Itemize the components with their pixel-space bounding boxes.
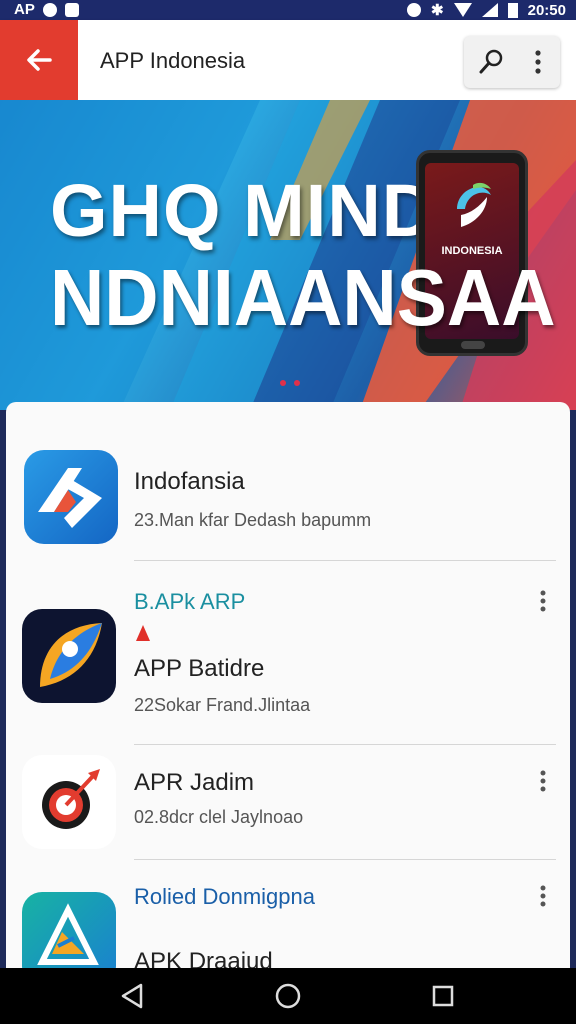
carrier-label: AP (14, 1, 35, 18)
overflow-menu-button[interactable] (522, 42, 554, 82)
list-item[interactable]: B.APk ARP APP Batidre 22Sokar Frand.Jlin… (6, 561, 570, 744)
recents-square-icon (432, 985, 454, 1007)
triangle-logo-icon (22, 892, 116, 972)
list-item[interactable]: Indofansia 23.Man kfar Dedash bapumm (6, 402, 570, 560)
page-title: APP Indonesia (100, 48, 246, 73)
more-vert-icon (540, 885, 546, 907)
app-list: Indofansia 23.Man kfar Dedash bapumm B.A… (6, 402, 570, 972)
arrow-left-icon (27, 49, 52, 71)
message-icon (64, 2, 79, 17)
battery-icon (507, 2, 518, 18)
back-triangle-icon (121, 983, 143, 1009)
promo-banner[interactable]: GHQ MIND INDONESIA NDNIAANSAA (0, 100, 576, 410)
search-icon (479, 49, 503, 74)
banner-headline-2: NDNIAANSAA (50, 253, 556, 342)
status-bar: AP ✱ 20:50 (0, 0, 576, 20)
item-category: B.APk ARP (134, 589, 246, 614)
status-time: 20:50 (527, 1, 566, 19)
item-subtitle: 02.8dcr clel Jaylnoao (134, 807, 304, 827)
banner-headline-1: GHQ MIND (50, 169, 437, 252)
item-menu-button[interactable] (531, 581, 555, 621)
item-title: APR Jadim (134, 769, 255, 796)
item-category: Rolied Donmigpna (134, 884, 315, 909)
wifi-icon (453, 3, 472, 17)
more-vert-icon (535, 50, 541, 74)
nav-recents-button[interactable] (418, 978, 468, 1014)
feather-logo-icon (22, 609, 116, 703)
search-button[interactable] (470, 42, 512, 82)
carousel-dot[interactable] (280, 380, 286, 386)
more-vert-icon (540, 770, 546, 792)
more-vert-icon (540, 590, 546, 612)
item-title: Indofansia (134, 468, 245, 495)
target-logo-icon (22, 755, 116, 849)
system-nav-bar (0, 968, 576, 1024)
item-title: APP Batidre (134, 655, 265, 682)
arrow-logo-icon (24, 450, 118, 544)
list-item[interactable]: Rolied Donmigpna APK Draaiud (6, 860, 570, 972)
notification-icon (42, 2, 57, 17)
alert-icon (136, 625, 150, 641)
item-menu-button[interactable] (531, 761, 555, 801)
carousel-dots[interactable] (280, 380, 300, 386)
item-subtitle: 22Sokar Frand.Jlintaa (134, 695, 311, 715)
list-item[interactable]: APR Jadim 02.8dcr clel Jaylnoao (6, 745, 570, 859)
back-button[interactable] (0, 20, 78, 100)
app-bar: APP Indonesia (0, 20, 576, 100)
bluetooth-icon: ✱ (431, 2, 444, 19)
signal-icon (481, 3, 498, 17)
nav-home-button[interactable] (263, 978, 313, 1014)
action-group (464, 36, 560, 88)
carousel-dot[interactable] (294, 380, 300, 386)
home-circle-icon (275, 983, 301, 1009)
alarm-icon (407, 3, 422, 17)
item-menu-button[interactable] (531, 876, 555, 916)
nav-back-button[interactable] (107, 978, 157, 1014)
item-subtitle: 23.Man kfar Dedash bapumm (134, 510, 372, 530)
bird-logo-icon (457, 182, 491, 227)
